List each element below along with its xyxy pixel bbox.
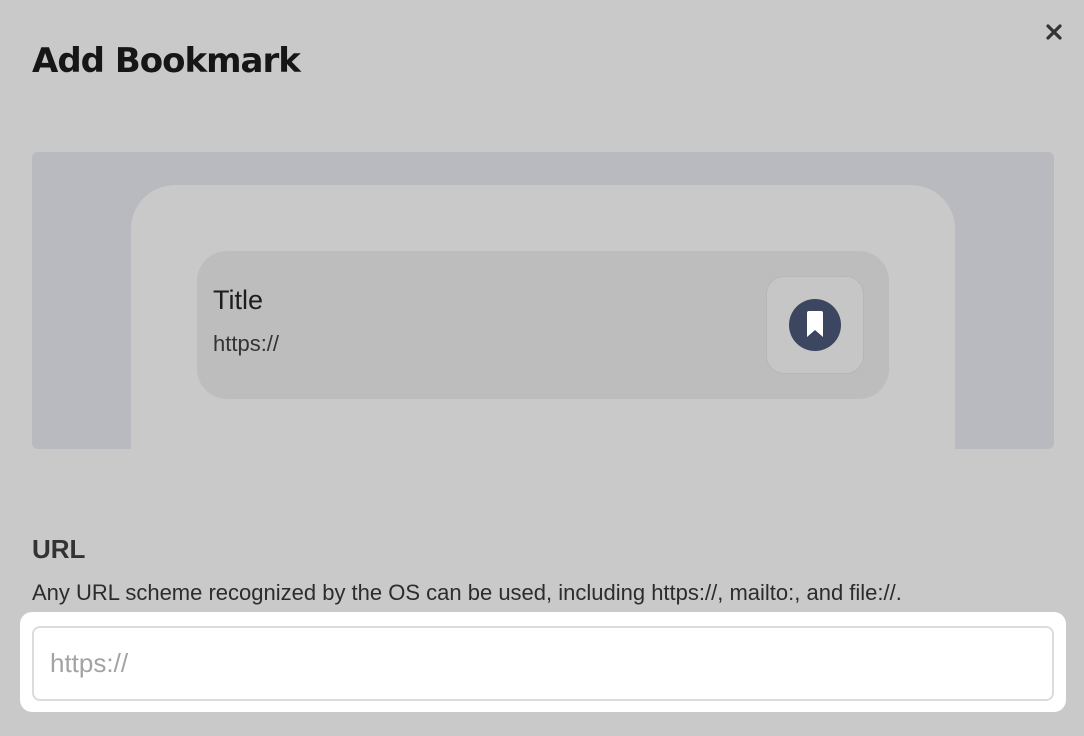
preview-window: Title https:// <box>131 185 955 449</box>
card-url: https:// <box>213 331 280 356</box>
bookmark-card-preview: Title https:// <box>197 251 889 399</box>
url-input[interactable] <box>32 626 1054 701</box>
url-description: Any URL scheme recognized by the OS can … <box>32 580 902 605</box>
close-icon <box>1046 24 1062 40</box>
card-icon-container <box>766 276 864 374</box>
bookmark-preview: Title https:// <box>32 152 1054 449</box>
close-button[interactable] <box>1040 18 1068 46</box>
card-title: Title <box>213 285 264 315</box>
bookmark-icon <box>789 299 841 351</box>
dialog-title: Add Bookmark <box>32 41 301 81</box>
url-label: URL <box>32 534 86 564</box>
